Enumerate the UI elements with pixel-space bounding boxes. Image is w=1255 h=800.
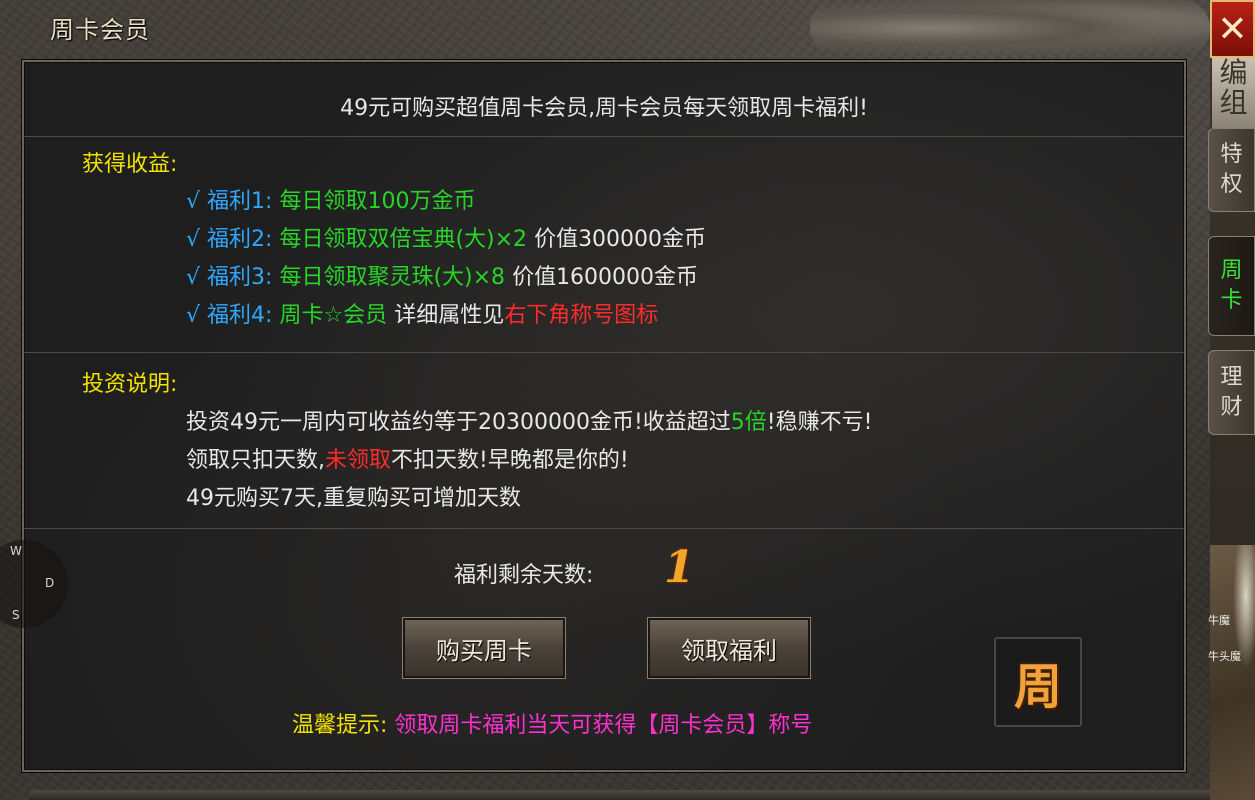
check-icon: √ xyxy=(186,303,201,328)
benefit-desc: 每日领取聚灵珠(大)×8 xyxy=(279,265,506,290)
minimap-edge[interactable] xyxy=(1210,545,1255,800)
divider xyxy=(24,528,1184,529)
tip-text: 领取周卡福利当天可获得【周卡会员】称号 xyxy=(394,713,813,738)
benefit-desc: 周卡☆会员 xyxy=(279,303,388,328)
title-icon-hint: 右下角称号图标 xyxy=(504,303,659,328)
minimap-label: 牛头魔 xyxy=(1208,650,1241,663)
tip-label: 温馨提示: xyxy=(292,713,388,738)
side-tab-label: 权 xyxy=(1220,172,1243,197)
benefit-note: 详细属性见 xyxy=(394,303,505,328)
side-tab-label: 财 xyxy=(1220,394,1243,420)
benefit-label: 福利2: xyxy=(207,227,273,252)
check-icon: √ xyxy=(186,265,201,290)
benefits-title: 获得收益: xyxy=(82,152,178,177)
weekly-badge-icon: 周 xyxy=(1013,659,1062,715)
benefit-value: 价值300000金币 xyxy=(534,227,707,252)
claim-benefit-button[interactable]: 领取福利 xyxy=(647,617,811,679)
tab-weekly-card[interactable]: 周 卡 xyxy=(1208,236,1255,336)
side-tab-label: 理 xyxy=(1220,364,1243,390)
benefit-row-1: √ 福利1: 每日领取100万金币 xyxy=(186,183,475,215)
weekly-title-badge[interactable]: 周 xyxy=(994,637,1082,727)
headline: 49元可购买超值周卡会员,周卡会员每天领取周卡福利! xyxy=(340,96,868,121)
benefit-desc: 每日领取100万金币 xyxy=(279,189,476,214)
minimap-label: 牛魔 xyxy=(1208,614,1230,627)
side-tab-label: 特 xyxy=(1220,142,1243,167)
benefit-row-2: √ 福利2: 每日领取双倍宝典(大)×2 价值300000金币 xyxy=(186,221,706,253)
tab-finance[interactable]: 理 财 xyxy=(1208,350,1255,435)
content-panel: 49元可购买超值周卡会员,周卡会员每天领取周卡福利! 获得收益: √ 福利1: … xyxy=(22,60,1186,772)
benefit-label: 福利3: xyxy=(207,265,273,290)
check-icon: √ xyxy=(186,189,201,214)
unclaimed-highlight: 未领取 xyxy=(325,448,392,473)
days-remaining-label: 福利剩余天数: xyxy=(454,563,594,588)
tab-privilege[interactable]: 特 权 xyxy=(1208,128,1255,212)
close-button[interactable]: ✕ xyxy=(1210,0,1255,58)
buy-weekly-card-button[interactable]: 购买周卡 xyxy=(402,617,566,679)
investment-text: 领取只扣天数, xyxy=(186,448,325,473)
check-icon: √ xyxy=(186,227,201,252)
benefit-value: 价值1600000金币 xyxy=(512,265,699,290)
divider xyxy=(24,136,1184,137)
side-tab-label: 周 xyxy=(1220,258,1243,283)
investment-text: !稳赚不亏! xyxy=(766,410,873,435)
investment-text: 不扣天数!早晚都是你的! xyxy=(391,448,629,473)
side-tab-label: 卡 xyxy=(1220,288,1243,313)
investment-line-2: 领取只扣天数,未领取不扣天数!早晚都是你的! xyxy=(186,442,629,474)
benefit-label: 福利1: xyxy=(207,189,273,214)
close-icon: ✕ xyxy=(1217,8,1248,50)
days-remaining-value: 1 xyxy=(664,542,695,593)
investment-line-1: 投资49元一周内可收益约等于20300000金币!收益超过5倍!稳赚不亏! xyxy=(186,404,872,436)
benefit-label: 福利4: xyxy=(207,303,273,328)
compass-d: D xyxy=(45,576,55,590)
investment-title: 投资说明: xyxy=(82,372,178,397)
bottom-frame xyxy=(30,790,1210,800)
window-title: 周卡会员 xyxy=(50,16,150,44)
investment-line-3: 49元购买7天,重复购买可增加天数 xyxy=(186,486,521,511)
benefit-desc: 每日领取双倍宝典(大)×2 xyxy=(279,227,528,252)
tip: 温馨提示: 领取周卡福利当天可获得【周卡会员】称号 xyxy=(292,707,812,739)
multiplier-highlight: 5倍 xyxy=(730,410,767,435)
compass-s: S xyxy=(12,608,20,622)
dragon-ornament xyxy=(810,0,1210,56)
compass-w: W xyxy=(10,544,22,558)
divider xyxy=(24,352,1184,353)
side-tab-group[interactable]: 编 组 xyxy=(1212,58,1255,128)
investment-text: 投资49元一周内可收益约等于20300000金币!收益超过 xyxy=(186,410,731,435)
side-tab-label: 组 xyxy=(1219,86,1248,119)
side-tab-label: 编 xyxy=(1219,56,1248,89)
benefit-row-3: √ 福利3: 每日领取聚灵珠(大)×8 价值1600000金币 xyxy=(186,259,698,291)
benefit-row-4: √ 福利4: 周卡☆会员 详细属性见右下角称号图标 xyxy=(186,297,658,329)
